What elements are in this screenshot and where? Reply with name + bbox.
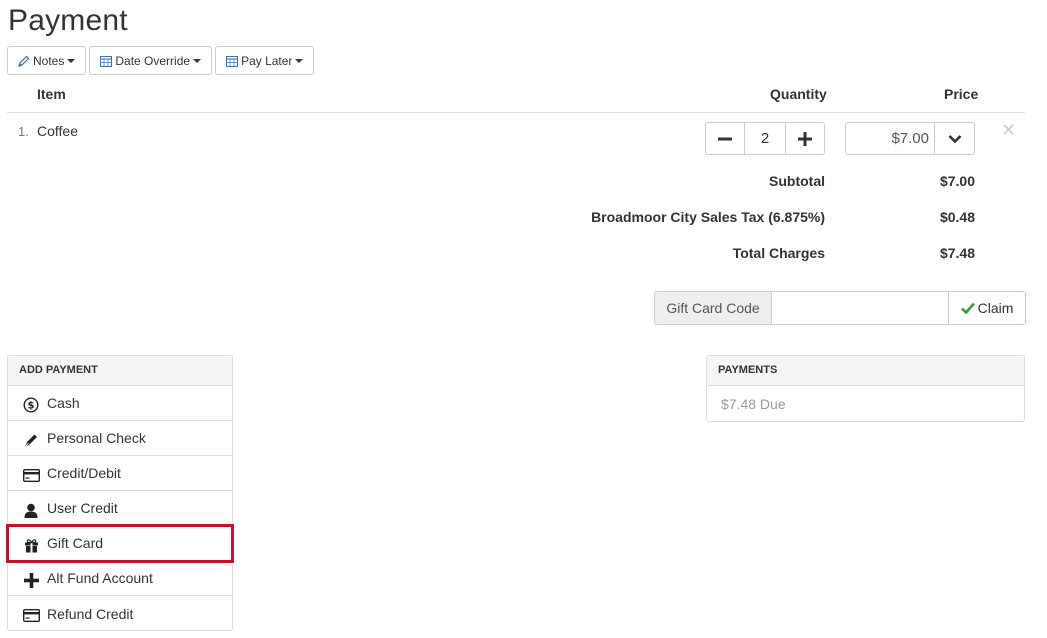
- plus-icon: [798, 131, 812, 146]
- remove-item-icon[interactable]: ✕: [1001, 120, 1016, 141]
- column-header-quantity: Quantity: [770, 86, 827, 102]
- quantity-stepper: 2: [705, 122, 825, 155]
- subtotal-value: $7.00: [939, 173, 975, 189]
- payment-option-gift-card[interactable]: Gift Card: [6, 524, 234, 563]
- increase-quantity-button[interactable]: [785, 122, 825, 155]
- payment-option-personal-check[interactable]: Personal Check: [8, 421, 232, 456]
- add-payment-panel: ADD PAYMENT $ Cash Personal Check Credit…: [6, 355, 234, 631]
- add-payment-heading: ADD PAYMENT: [8, 356, 232, 386]
- date-override-label: Date Override: [115, 53, 191, 68]
- date-override-dropdown-button[interactable]: Date Override: [89, 46, 213, 75]
- plus-icon: [22, 572, 40, 588]
- tax-label: Broadmoor City Sales Tax (6.875%): [591, 209, 825, 225]
- payment-option-label: Credit/Debit: [47, 465, 121, 481]
- notes-label: Notes: [33, 53, 65, 68]
- column-header-price: Price: [944, 86, 979, 102]
- gift-card-code-input[interactable]: [772, 291, 948, 325]
- credit-card-icon: [22, 608, 40, 624]
- caret-down-icon: [67, 58, 76, 63]
- pay-later-label: Pay Later: [241, 53, 293, 68]
- payment-option-label: Cash: [47, 395, 80, 411]
- payments-heading: PAYMENTS: [707, 356, 1024, 386]
- credit-card-icon: [22, 467, 40, 483]
- claim-label: Claim: [977, 300, 1014, 316]
- price-options-button[interactable]: [935, 122, 975, 155]
- column-header-item: Item: [37, 86, 66, 102]
- payment-option-cash[interactable]: $ Cash: [8, 386, 232, 421]
- caret-down-icon: [295, 58, 304, 63]
- toolbar: Notes Date Override Pay Later: [7, 46, 315, 75]
- gift-icon: [22, 537, 40, 553]
- calendar-icon: [100, 55, 113, 67]
- payment-option-refund-credit[interactable]: Refund Credit: [8, 596, 232, 631]
- caret-down-icon: [193, 58, 202, 63]
- payment-option-label: Gift Card: [47, 535, 104, 551]
- payment-option-label: Alt Fund Account: [47, 570, 153, 586]
- pencil-icon: [18, 55, 30, 67]
- page-title: Payment: [8, 4, 128, 37]
- gift-card-code-label: Gift Card Code: [654, 291, 772, 325]
- pen-icon: [22, 432, 40, 448]
- total-charges-label: Total Charges: [732, 245, 825, 261]
- pay-later-dropdown-button[interactable]: Pay Later: [215, 46, 315, 75]
- subtotal-label: Subtotal: [769, 173, 825, 189]
- payment-option-label: Refund Credit: [47, 605, 134, 622]
- payments-panel: PAYMENTS $7.48 Due: [706, 355, 1025, 422]
- quantity-input[interactable]: 2: [745, 122, 785, 155]
- svg-text:$: $: [28, 401, 35, 412]
- payment-option-user-credit[interactable]: User Credit: [8, 491, 232, 526]
- price-field: $7.00: [845, 122, 975, 155]
- price-input[interactable]: $7.00: [845, 122, 935, 155]
- decrease-quantity-button[interactable]: [705, 122, 745, 155]
- claim-button[interactable]: Claim: [948, 291, 1026, 325]
- calendar-icon: [226, 55, 239, 67]
- amount-due-text: $7.48 Due: [721, 396, 786, 412]
- header-divider: [7, 112, 1025, 113]
- row-number: 1.: [18, 124, 29, 139]
- minus-icon: [718, 137, 732, 140]
- item-name: Coffee: [37, 123, 78, 139]
- tax-value: $0.48: [939, 209, 975, 225]
- payment-option-label: User Credit: [47, 500, 118, 516]
- payment-option-credit-debit[interactable]: Credit/Debit: [8, 456, 232, 491]
- check-icon: [960, 302, 975, 314]
- total-charges-value: $7.48: [939, 245, 975, 261]
- payment-option-alt-fund-account[interactable]: Alt Fund Account: [8, 561, 232, 596]
- chevron-down-icon: [948, 134, 961, 143]
- notes-dropdown-button[interactable]: Notes: [7, 46, 87, 75]
- payment-option-label: Personal Check: [47, 430, 146, 446]
- gift-card-code-group: Gift Card Code Claim: [654, 291, 1026, 325]
- user-icon: [22, 502, 40, 518]
- dollar-circle-icon: $: [22, 397, 40, 413]
